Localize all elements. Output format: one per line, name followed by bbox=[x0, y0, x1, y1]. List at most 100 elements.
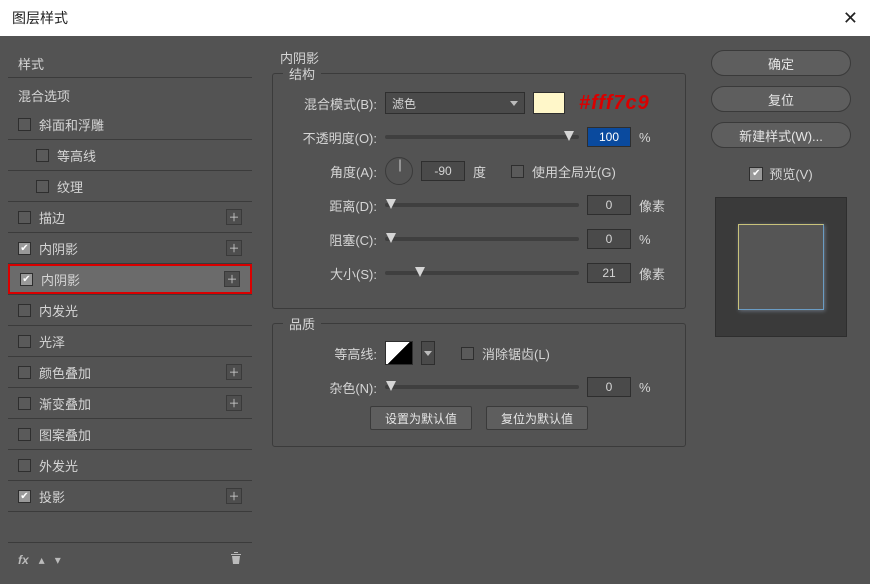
effect-checkbox[interactable] bbox=[36, 149, 49, 162]
color-annotation: #fff7c9 bbox=[579, 92, 650, 115]
effect-checkbox[interactable]: ✔ bbox=[18, 490, 31, 503]
preview-label: 预览(V) bbox=[769, 164, 812, 183]
layer-style-dialog: 图层样式 ✕ 样式 混合选项 斜面和浮雕等高线纹理描边＋✔内阴影＋✔内阴影＋内发… bbox=[0, 0, 870, 584]
noise-input[interactable]: 0 bbox=[587, 377, 631, 397]
effect-checkbox[interactable] bbox=[18, 335, 31, 348]
choke-input[interactable]: 0 bbox=[587, 229, 631, 249]
styles-header[interactable]: 样式 bbox=[8, 46, 252, 77]
styles-sidebar: 样式 混合选项 斜面和浮雕等高线纹理描边＋✔内阴影＋✔内阴影＋内发光光泽颜色叠加… bbox=[8, 46, 252, 576]
sidebar-item-12[interactable]: ✔投影＋ bbox=[8, 481, 252, 511]
angle-field: 角度(A): -90 度 使用全局光(G) bbox=[289, 156, 669, 186]
sidebar-item-9[interactable]: 渐变叠加＋ bbox=[8, 388, 252, 418]
effect-label: 内阴影 bbox=[39, 239, 226, 258]
sidebar-item-8[interactable]: 颜色叠加＋ bbox=[8, 357, 252, 387]
contour-dropdown[interactable] bbox=[421, 341, 435, 365]
effect-checkbox[interactable] bbox=[18, 118, 31, 131]
blending-options-header[interactable]: 混合选项 bbox=[8, 78, 252, 109]
distance-field: 距离(D): 0 像素 bbox=[289, 190, 669, 220]
effect-checkbox[interactable] bbox=[18, 397, 31, 410]
new-style-button[interactable]: 新建样式(W)... bbox=[711, 122, 851, 148]
sidebar-item-10[interactable]: 图案叠加 bbox=[8, 419, 252, 449]
effect-checkbox[interactable] bbox=[36, 180, 49, 193]
reset-default-button[interactable]: 复位为默认值 bbox=[486, 406, 588, 430]
effect-label: 内发光 bbox=[39, 301, 242, 320]
trash-icon[interactable] bbox=[230, 551, 242, 568]
effect-checkbox[interactable] bbox=[18, 366, 31, 379]
noise-unit: % bbox=[639, 380, 669, 395]
effect-label: 纹理 bbox=[57, 177, 242, 196]
choke-unit: % bbox=[639, 232, 669, 247]
angle-label: 角度(A): bbox=[289, 162, 377, 181]
sidebar-item-0[interactable]: 斜面和浮雕 bbox=[8, 109, 252, 139]
blend-mode-field: 混合模式(B): 滤色 #fff7c9 bbox=[289, 88, 669, 118]
effect-checkbox[interactable] bbox=[18, 459, 31, 472]
add-effect-icon[interactable]: ＋ bbox=[224, 271, 240, 287]
effect-checkbox[interactable] bbox=[18, 304, 31, 317]
window-title: 图层样式 bbox=[12, 8, 68, 28]
sidebar-item-4[interactable]: ✔ 内阴影＋ bbox=[8, 233, 252, 263]
arrow-up-icon[interactable]: ▴ bbox=[39, 553, 45, 567]
global-light-label: 使用全局光(G) bbox=[532, 162, 616, 181]
antialias-checkbox[interactable] bbox=[461, 347, 474, 360]
contour-picker[interactable] bbox=[385, 341, 413, 365]
effect-label: 渐变叠加 bbox=[39, 394, 226, 413]
sidebar-item-3[interactable]: 描边＋ bbox=[8, 202, 252, 232]
angle-dial[interactable] bbox=[385, 157, 413, 185]
color-swatch[interactable] bbox=[533, 92, 565, 114]
sidebar-item-7[interactable]: 光泽 bbox=[8, 326, 252, 356]
effect-label: 等高线 bbox=[57, 146, 242, 165]
effect-label: 图案叠加 bbox=[39, 425, 242, 444]
sidebar-footer: fx ▴ ▾ bbox=[8, 542, 252, 576]
effect-label: 描边 bbox=[39, 208, 226, 227]
distance-unit: 像素 bbox=[639, 196, 669, 215]
distance-slider[interactable] bbox=[385, 203, 579, 207]
contour-label: 等高线: bbox=[289, 344, 377, 363]
settings-panel: 内阴影 结构 混合模式(B): 滤色 #fff7c9 不透明度(O): 100 bbox=[266, 46, 692, 576]
chevron-down-icon bbox=[424, 351, 432, 356]
size-field: 大小(S): 21 像素 bbox=[289, 258, 669, 288]
angle-unit: 度 bbox=[473, 162, 503, 181]
cancel-button[interactable]: 复位 bbox=[711, 86, 851, 112]
add-effect-icon[interactable]: ＋ bbox=[226, 364, 242, 380]
effect-checkbox[interactable] bbox=[18, 211, 31, 224]
ok-button[interactable]: 确定 bbox=[711, 50, 851, 76]
effect-checkbox[interactable]: ✔ bbox=[18, 242, 31, 255]
angle-input[interactable]: -90 bbox=[421, 161, 465, 181]
quality-label: 品质 bbox=[283, 314, 321, 333]
dialog-body: 样式 混合选项 斜面和浮雕等高线纹理描边＋✔内阴影＋✔内阴影＋内发光光泽颜色叠加… bbox=[0, 36, 870, 584]
structure-group: 结构 混合模式(B): 滤色 #fff7c9 不透明度(O): 100 % bbox=[272, 73, 686, 309]
noise-field: 杂色(N): 0 % bbox=[289, 372, 669, 402]
preview-checkbox[interactable]: ✔ bbox=[749, 167, 763, 181]
make-default-button[interactable]: 设置为默认值 bbox=[370, 406, 472, 430]
blend-mode-select[interactable]: 滤色 bbox=[385, 92, 525, 114]
sidebar-item-5[interactable]: ✔内阴影＋ bbox=[8, 264, 252, 294]
opacity-input[interactable]: 100 bbox=[587, 127, 631, 147]
sidebar-item-1[interactable]: 等高线 bbox=[8, 140, 252, 170]
arrow-down-icon[interactable]: ▾ bbox=[55, 553, 61, 567]
choke-slider[interactable] bbox=[385, 237, 579, 241]
sidebar-item-11[interactable]: 外发光 bbox=[8, 450, 252, 480]
fx-menu-icon[interactable]: fx bbox=[18, 553, 29, 567]
effect-checkbox[interactable] bbox=[18, 428, 31, 441]
panel-title: 内阴影 bbox=[266, 46, 692, 73]
global-light-checkbox[interactable] bbox=[511, 165, 524, 178]
distance-input[interactable]: 0 bbox=[587, 195, 631, 215]
add-effect-icon[interactable]: ＋ bbox=[226, 209, 242, 225]
preview-toggle[interactable]: ✔ 预览(V) bbox=[749, 164, 812, 183]
add-effect-icon[interactable]: ＋ bbox=[226, 240, 242, 256]
opacity-slider[interactable] bbox=[385, 135, 579, 139]
size-slider[interactable] bbox=[385, 271, 579, 275]
size-input[interactable]: 21 bbox=[587, 263, 631, 283]
add-effect-icon[interactable]: ＋ bbox=[226, 395, 242, 411]
antialias-label: 消除锯齿(L) bbox=[482, 344, 550, 363]
choke-label: 阻塞(C): bbox=[289, 230, 377, 249]
sidebar-item-6[interactable]: 内发光 bbox=[8, 295, 252, 325]
choke-field: 阻塞(C): 0 % bbox=[289, 224, 669, 254]
sidebar-item-2[interactable]: 纹理 bbox=[8, 171, 252, 201]
preview-swatch bbox=[738, 224, 824, 310]
effect-checkbox[interactable]: ✔ bbox=[20, 273, 33, 286]
close-icon[interactable]: ✕ bbox=[843, 8, 858, 29]
quality-group: 品质 等高线: 消除锯齿(L) 杂色(N): 0 % 设置为默认值 bbox=[272, 323, 686, 447]
add-effect-icon[interactable]: ＋ bbox=[226, 488, 242, 504]
noise-slider[interactable] bbox=[385, 385, 579, 389]
